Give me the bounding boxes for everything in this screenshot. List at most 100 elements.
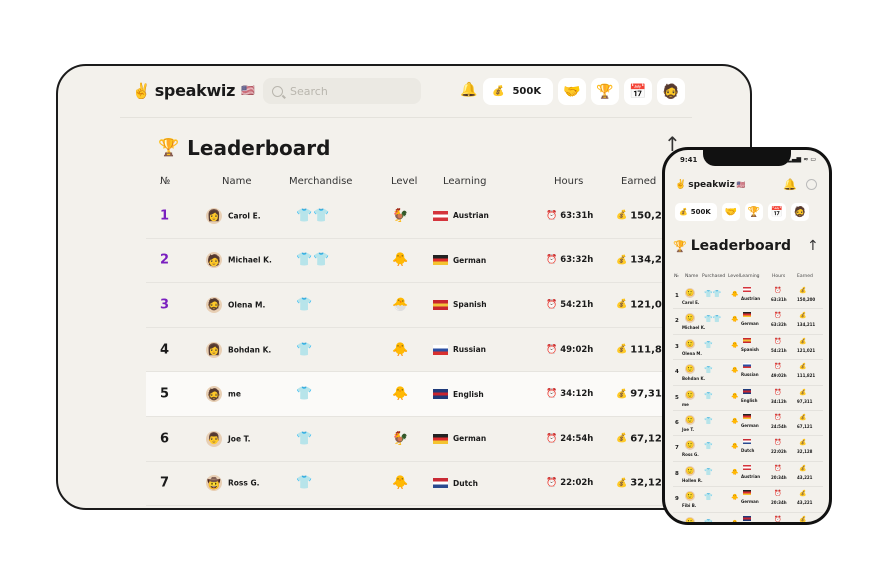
alarm-clock-icon: ⏰ (546, 299, 558, 310)
col-earned[interactable]: Earned (797, 274, 813, 279)
col-name[interactable]: Name (685, 274, 698, 279)
table-row[interactable]: 2 🙂 Michael K. 👕👕 🐥 German ⏰ 63:32h 💰 134,211 (673, 309, 823, 335)
notification-bell-icon[interactable]: 🔔 (783, 178, 797, 191)
user-name[interactable]: Hollen R. (682, 478, 702, 483)
col-name[interactable]: Name (222, 176, 252, 187)
level-chick-icon: 🐥 (392, 342, 409, 358)
profile-avatar-icon: 🧔 (793, 206, 807, 218)
calendar-button[interactable]: 📅 (768, 203, 786, 221)
user-name[interactable]: me (682, 402, 689, 407)
table-row[interactable]: 4 🙂 Bohdan K. 👕 🐥 Russian ⏰ 49:02h 💰 111,821 (673, 360, 823, 386)
user-name[interactable]: Carol E. (228, 211, 261, 220)
avatar: 👨 (206, 430, 222, 447)
user-name[interactable]: Bohdan K. (228, 345, 271, 354)
coin-balance-button[interactable]: 💰 500K (483, 78, 553, 105)
profile-button[interactable]: 🧔 (791, 203, 809, 221)
page-title: 🏆 Leaderboard (158, 136, 330, 160)
col-level[interactable]: Level (728, 274, 740, 279)
user-name[interactable]: me (228, 390, 241, 399)
handshake-button[interactable]: 🤝 (558, 78, 586, 105)
alarm-clock-icon: ⏰ (774, 287, 782, 294)
earned-value: 150,200 (797, 297, 816, 302)
search-icon (272, 85, 283, 97)
user-name[interactable]: Ross G. (228, 479, 259, 488)
hours-value: 63:31h (771, 297, 787, 302)
search-input[interactable]: Search (263, 78, 421, 104)
table-row[interactable]: 3 🙂 Olena M. 👕 🐥 Spanish ⏰ 54:21h 💰 121,021 (673, 335, 823, 361)
header-divider (120, 117, 692, 118)
table-row[interactable]: 5 🙂 me 👕 🐥 English ⏰ 34:12h 💰 97,311 (673, 386, 823, 411)
handshake-button[interactable]: 🤝 (722, 203, 740, 221)
trophy-icon: 🏆 (158, 138, 180, 158)
scroll-up-icon[interactable]: ↑ (807, 238, 819, 254)
col-hours[interactable]: Hours (554, 176, 583, 187)
app-logo[interactable]: ✌️ speakwiz 🇺🇸 (675, 180, 746, 190)
tshirt-icon: 👕 (704, 442, 713, 451)
user-name[interactable]: Fibi B. (682, 503, 696, 508)
user-name[interactable]: Joe T. (682, 427, 694, 432)
col-learning[interactable]: Learning (740, 274, 760, 279)
earned-value: 32,128 (797, 449, 813, 455)
user-name[interactable]: Ross G. (682, 452, 699, 457)
user-name[interactable]: Bohdan K. (682, 376, 705, 381)
language-name: Austrian (453, 211, 489, 221)
hours-cell: ⏰ 34:12h (546, 389, 593, 399)
alarm-clock-icon: ⏰ (774, 312, 782, 320)
language-name: Austrian (741, 296, 761, 301)
user-name[interactable]: Olena M. (228, 300, 265, 309)
rank-number: 4 (675, 369, 679, 376)
level-chick-icon: 🐓 (392, 431, 409, 447)
table-row[interactable]: 10🙂Chesan I.👕🐥English⏰20:34h💰43,221 (673, 513, 823, 522)
user-name[interactable]: Joe T. (228, 434, 250, 443)
earned-value: 43,221 (797, 500, 813, 506)
calendar-button[interactable]: 📅 (624, 78, 652, 105)
table-row[interactable]: 7 🙂 Ross G. 👕 🐥 Dutch ⏰ 22:02h 💰 32,128 (673, 436, 823, 462)
coin-balance-button[interactable]: 💰 500K (675, 203, 717, 221)
logo-text: speakwiz (688, 180, 735, 190)
user-name[interactable]: Michael K. (228, 256, 272, 265)
hours-value: 49:02h (771, 373, 787, 379)
search-icon[interactable] (806, 179, 817, 190)
language-name: German (453, 434, 487, 444)
col-merchandise[interactable]: Merchandise (289, 176, 352, 187)
avatar: 🙂 (685, 440, 695, 451)
calendar-icon: 📅 (629, 83, 647, 100)
avatar: 🙂 (685, 313, 695, 324)
language-name: German (741, 499, 759, 505)
rank-number: 6 (160, 431, 170, 447)
rank-number: 2 (675, 318, 679, 325)
app-logo[interactable]: ✌️ speakwiz 🇺🇸 (132, 81, 255, 100)
table-row[interactable]: 6 🙂 Joe T. 👕 🐥 German ⏰ 24:54h 💰 67,121 (673, 411, 823, 437)
hours-cell: ⏰ 63:31h (546, 211, 593, 221)
money-bag-icon: 💰 (679, 208, 688, 216)
hours-value: 24:54h (560, 433, 594, 444)
leaderboard-button[interactable]: 🏆 (591, 78, 619, 105)
col-level[interactable]: Level (391, 176, 417, 187)
table-row[interactable]: 9 🙂 Fibi B. 👕 🐥 German ⏰ 20:34h 💰 43,221 (673, 487, 823, 513)
rank-number: 7 (675, 445, 679, 452)
language-name: German (741, 321, 759, 327)
earned-cell: 💰 97,311 (616, 389, 669, 400)
col-earned[interactable]: Earned (621, 176, 656, 187)
trophy-icon: 🏆 (596, 83, 614, 100)
tshirt-icon: 👕 (704, 366, 713, 375)
col-hours[interactable]: Hours (772, 274, 785, 279)
table-row[interactable]: 1 🙂 Carol E. 👕👕 🐥 Austrian ⏰ 63:31h 💰 150,200 (673, 284, 823, 310)
avatar: 🙂 (685, 491, 695, 502)
rank-number: 5 (160, 386, 170, 402)
flag-icon (743, 363, 751, 369)
user-name[interactable]: Michael K. (682, 325, 705, 330)
leaderboard-button[interactable]: 🏆 (745, 203, 763, 221)
table-row[interactable]: 8 🙂 Hollen R. 👕 🐥 Austrian ⏰ 20:34h 💰 43,221 (673, 462, 823, 488)
user-name[interactable]: Olena M. (682, 351, 702, 356)
tshirt-icon: 👕 (296, 431, 314, 447)
peace-hand-icon: ✌️ (132, 81, 151, 100)
profile-button[interactable]: 🧔 (657, 78, 685, 105)
notification-bell-icon[interactable]: 🔔 (460, 82, 477, 98)
hours-value: 49:02h (560, 344, 594, 355)
learning-language: Austrian (433, 210, 489, 221)
language-name: English (741, 397, 758, 403)
col-merchandise[interactable]: Purchased (702, 274, 725, 279)
col-learning[interactable]: Learning (443, 176, 486, 187)
user-name[interactable]: Carol E. (682, 300, 699, 305)
